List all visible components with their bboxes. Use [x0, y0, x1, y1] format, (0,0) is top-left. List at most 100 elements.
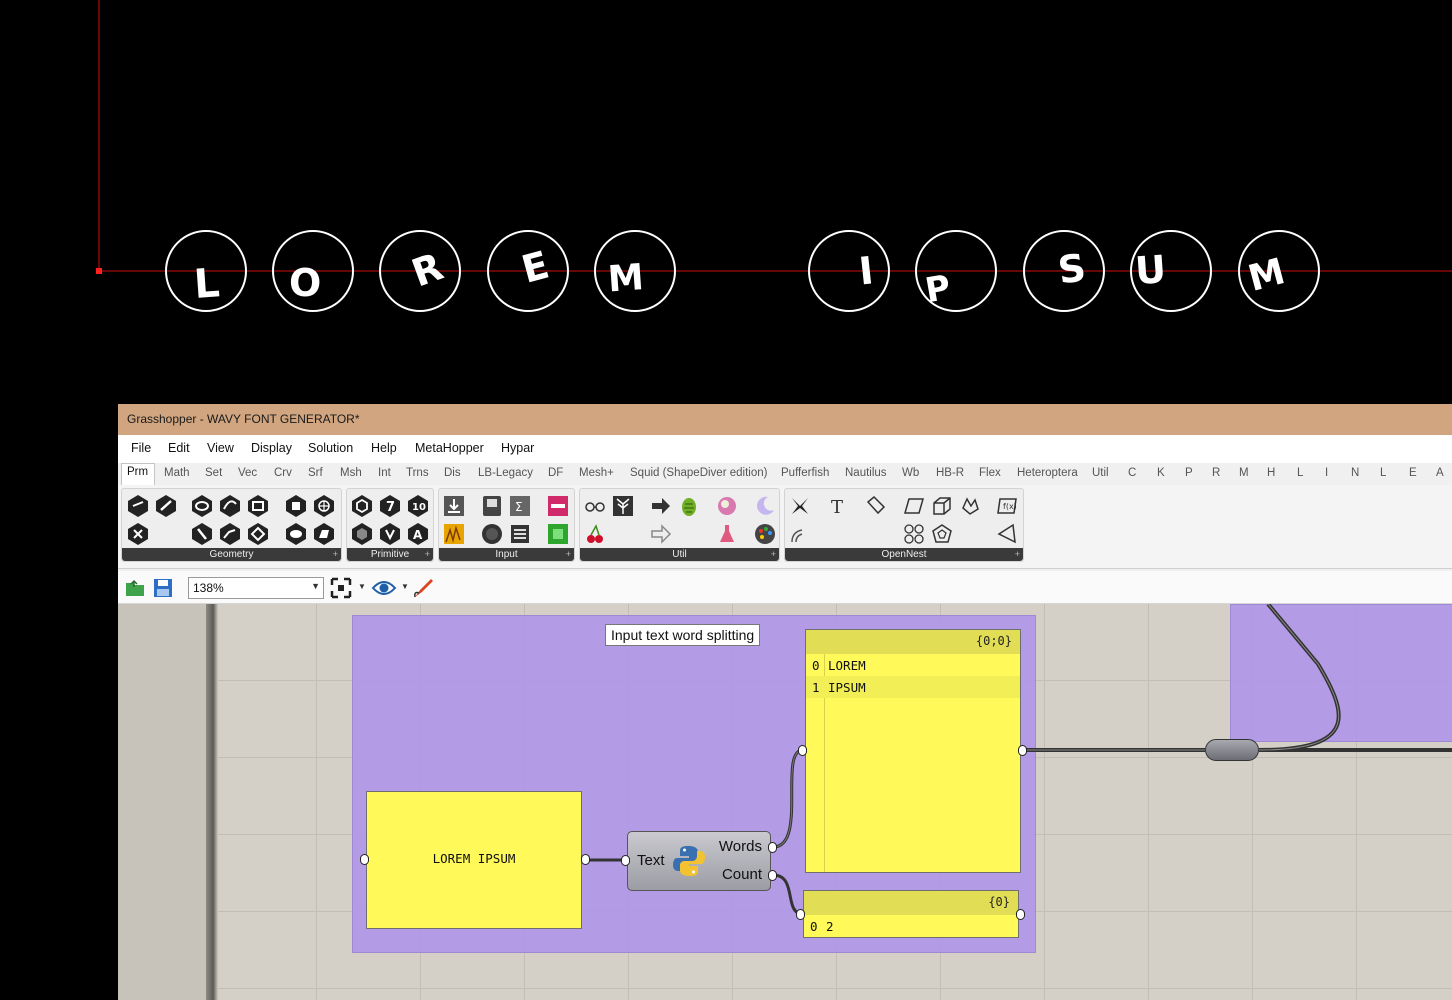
arrow-right-icon[interactable] [649, 494, 673, 518]
text-input-panel[interactable]: LOREM IPSUM [366, 791, 582, 929]
point-param-icon[interactable] [126, 494, 150, 518]
python-count-output-grip[interactable] [768, 870, 777, 881]
menu-edit[interactable]: Edit [168, 441, 190, 455]
button-icon[interactable] [480, 522, 504, 546]
nest-icon[interactable] [788, 494, 812, 518]
tab-dis[interactable]: Dis [444, 467, 461, 479]
boolean-param-icon[interactable] [350, 494, 374, 518]
colour-param-icon[interactable] [350, 522, 374, 546]
chevron-down-icon[interactable]: ▼ [401, 582, 409, 591]
python-script-component[interactable]: Text Words Count [627, 831, 771, 891]
four-circles-icon[interactable] [902, 522, 926, 546]
brep-param-icon[interactable] [312, 522, 336, 546]
menu-metahopper[interactable]: MetaHopper [415, 441, 484, 455]
tab-p[interactable]: P [1185, 467, 1193, 479]
tab-a[interactable]: A [1436, 467, 1444, 479]
tab-l2[interactable]: L [1380, 467, 1386, 479]
palette-icon[interactable] [753, 522, 777, 546]
box-3d-icon[interactable] [930, 494, 954, 518]
wifi-curves-icon[interactable] [788, 522, 812, 546]
tab-df[interactable]: DF [548, 467, 563, 479]
surface-param-icon[interactable] [284, 522, 308, 546]
number-param-icon[interactable]: 10 [406, 494, 430, 518]
tab-k[interactable]: K [1157, 467, 1165, 479]
count-panel[interactable]: {0} 0 2 [803, 890, 1019, 938]
count-panel-output-grip[interactable] [1016, 909, 1025, 920]
vector-param-icon[interactable] [154, 494, 178, 518]
sketch-pen-icon[interactable] [412, 576, 436, 600]
value-list-icon[interactable] [508, 522, 532, 546]
tab-mesh-plus[interactable]: Mesh+ [579, 467, 614, 479]
sphere-icon[interactable] [715, 494, 739, 518]
output-grip[interactable] [581, 854, 590, 865]
save-file-icon[interactable] [152, 577, 174, 599]
count-panel-input-grip[interactable] [796, 909, 805, 920]
hops-icon[interactable] [677, 494, 701, 518]
toggle-icon[interactable] [480, 494, 504, 518]
text-param-icon[interactable]: A [406, 522, 430, 546]
mesh-param-icon[interactable] [312, 494, 336, 518]
tab-flex[interactable]: Flex [979, 467, 1001, 479]
curve-param-icon[interactable] [246, 494, 270, 518]
data-tree-icon[interactable] [611, 494, 635, 518]
menu-file[interactable]: File [131, 441, 151, 455]
menu-help[interactable]: Help [371, 441, 397, 455]
tab-n[interactable]: N [1351, 467, 1359, 479]
tab-heteroptera[interactable]: Heteroptera [1017, 467, 1078, 479]
integer-param-icon[interactable]: 7 [378, 494, 402, 518]
tab-c[interactable]: C [1128, 467, 1136, 479]
formula-icon[interactable]: f(x) [995, 494, 1019, 518]
menu-hypar[interactable]: Hypar [501, 441, 534, 455]
relay-component[interactable] [1205, 739, 1259, 761]
tab-m[interactable]: M [1239, 467, 1249, 479]
colour-swatch-icon[interactable] [546, 522, 570, 546]
flask-icon[interactable] [715, 522, 739, 546]
polygon-offset-icon[interactable] [930, 522, 954, 546]
python-input-grip[interactable] [621, 855, 630, 866]
tab-lb-legacy[interactable]: LB-Legacy [478, 467, 533, 479]
hand-icon[interactable] [958, 494, 982, 518]
moon-icon[interactable] [753, 494, 777, 518]
tab-crv[interactable]: Crv [274, 467, 292, 479]
tab-util[interactable]: Util [1092, 467, 1109, 479]
tab-set[interactable]: Set [205, 467, 222, 479]
tab-squid[interactable]: Squid (ShapeDiver edition) [630, 467, 767, 479]
line-param-icon[interactable] [190, 522, 214, 546]
tab-trns[interactable]: Trns [406, 467, 429, 479]
menu-display[interactable]: Display [251, 441, 292, 455]
tag-icon[interactable] [864, 494, 888, 518]
python-words-output-grip[interactable] [768, 842, 777, 853]
tab-int[interactable]: Int [378, 467, 391, 479]
menu-view[interactable]: View [207, 441, 234, 455]
pointer-icon[interactable] [995, 522, 1019, 546]
words-panel-output-grip[interactable] [1018, 745, 1027, 756]
graph-mapper-icon[interactable] [442, 522, 466, 546]
tab-r[interactable]: R [1212, 467, 1220, 479]
domain-param-icon[interactable] [378, 522, 402, 546]
tab-vec[interactable]: Vec [238, 467, 257, 479]
circle-param-icon[interactable] [190, 494, 214, 518]
box-param-icon[interactable] [284, 494, 308, 518]
glasses-icon[interactable] [583, 494, 607, 518]
tab-l[interactable]: L [1297, 467, 1303, 479]
tab-wb[interactable]: Wb [902, 467, 919, 479]
rhino-viewport[interactable]: L O R E M I P S U M [0, 0, 1452, 405]
tab-prm[interactable]: Prm [121, 463, 156, 485]
gradient-icon[interactable] [546, 494, 570, 518]
words-panel-input-grip[interactable] [798, 745, 807, 756]
grasshopper-canvas[interactable]: Input text word splitting LOREM IPSUM Te… [118, 604, 1452, 1000]
zoom-extents-icon[interactable] [330, 577, 354, 599]
slider-icon[interactable]: Σ [508, 494, 532, 518]
tab-e[interactable]: E [1409, 467, 1417, 479]
text-tool-icon[interactable]: T [826, 494, 850, 518]
zoom-dropdown[interactable]: 138% ▼ [188, 577, 324, 599]
tab-i[interactable]: I [1325, 467, 1328, 479]
open-file-icon[interactable] [124, 577, 146, 599]
cherry-icon[interactable] [583, 522, 607, 546]
words-panel[interactable]: {0;0} 0 LOREM 1 IPSUM [805, 629, 1021, 873]
arc-param-icon[interactable] [218, 494, 242, 518]
tab-nautilus[interactable]: Nautilus [845, 467, 887, 479]
plane-param-icon[interactable] [126, 522, 150, 546]
import-icon[interactable] [442, 494, 466, 518]
title-bar[interactable]: Grasshopper - WAVY FONT GENERATOR* [118, 404, 1452, 435]
